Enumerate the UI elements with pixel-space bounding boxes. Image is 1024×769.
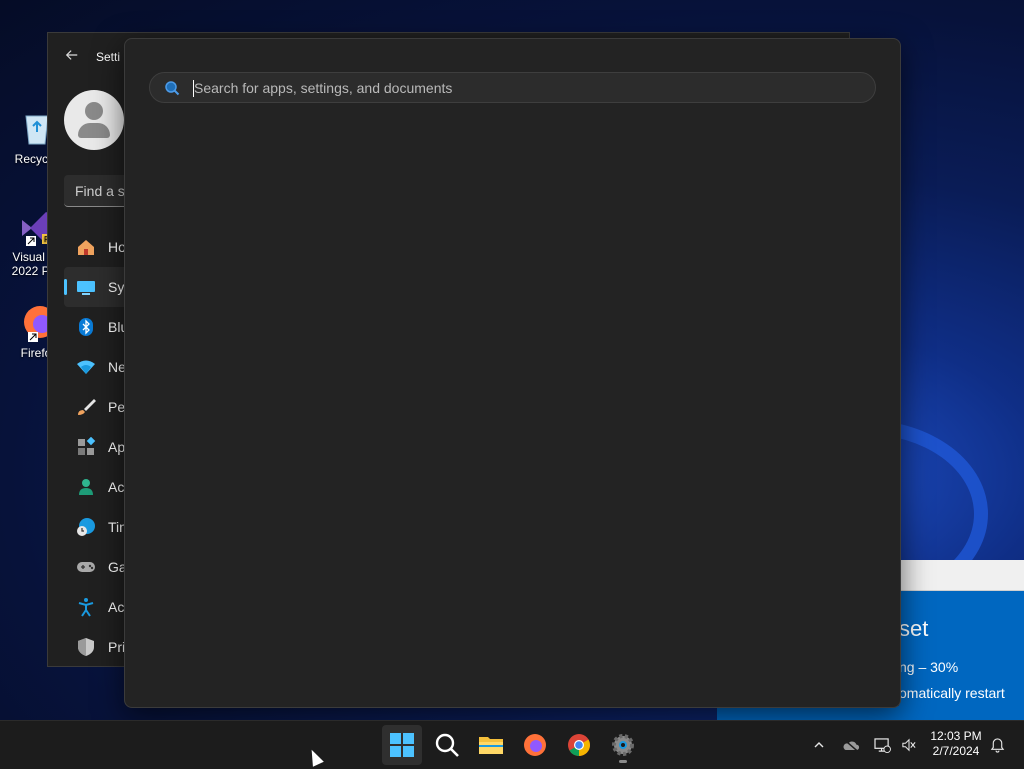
notification-line2: omatically restart [899,685,1005,701]
avatar-body [78,123,110,138]
search-box[interactable] [149,72,876,103]
taskbar-clock[interactable]: 12:03 PM 2/7/2024 [920,729,992,759]
nav-item-label: Ac [108,599,125,615]
taskbar: 12:03 PM 2/7/2024 [0,720,1024,769]
search-input[interactable] [194,79,875,96]
back-arrow-icon [65,49,78,60]
home-icon [64,237,108,257]
file-explorer-icon [479,737,503,754]
time-language-icon [64,517,108,537]
settings-title: Setti [96,50,121,64]
firefox-icon [524,734,546,756]
notification-title: set [899,616,929,641]
show-hidden-icons-button[interactable] [808,721,830,769]
running-indicator [619,760,627,763]
settings-taskbar-button[interactable] [603,725,643,765]
onedrive-tray-button[interactable] [839,721,863,769]
bluetooth-icon [64,317,108,337]
gaming-icon [64,557,108,577]
avatar-head [85,102,103,120]
volume-muted-icon [902,738,916,752]
nav-item-label: Ap [108,439,126,455]
text-caret [193,80,194,97]
clock-time: 12:03 PM [930,729,982,743]
personalization-icon [64,397,108,417]
notification-header [899,560,1024,591]
network-icon [64,357,108,377]
search-icon [435,733,459,757]
nav-item-label: Ac [108,479,125,495]
notification-line1: ng – 30% [899,659,959,675]
search-flyout [124,38,901,708]
accounts-icon [64,477,108,497]
notification-toast[interactable]: set ng – 30% omatically restart [899,560,1024,720]
avatar[interactable] [64,90,124,150]
cloud-offline-icon [843,739,860,751]
network-tray-button[interactable] [871,721,893,769]
search-icon [150,80,194,96]
notifications-button[interactable] [986,721,1008,769]
back-button[interactable] [48,48,96,67]
settings-gear-icon [612,734,634,756]
chevron-up-icon [814,742,824,748]
system-icon [64,277,108,297]
file-explorer-button[interactable] [471,725,511,765]
taskbar-search-button[interactable] [427,725,467,765]
bell-icon [990,737,1004,753]
nav-item-label: Pri [108,639,126,655]
chrome-taskbar-button[interactable] [559,725,599,765]
notification-edge [717,706,899,720]
privacy-icon [64,637,108,657]
network-status-icon [873,737,891,753]
volume-tray-button[interactable] [898,721,920,769]
accessibility-icon [64,597,108,617]
clock-date: 2/7/2024 [932,744,980,758]
apps-icon [64,437,108,457]
windows-logo-icon [390,733,414,757]
start-button[interactable] [382,725,422,765]
firefox-taskbar-button[interactable] [515,725,555,765]
chrome-icon [568,734,590,756]
